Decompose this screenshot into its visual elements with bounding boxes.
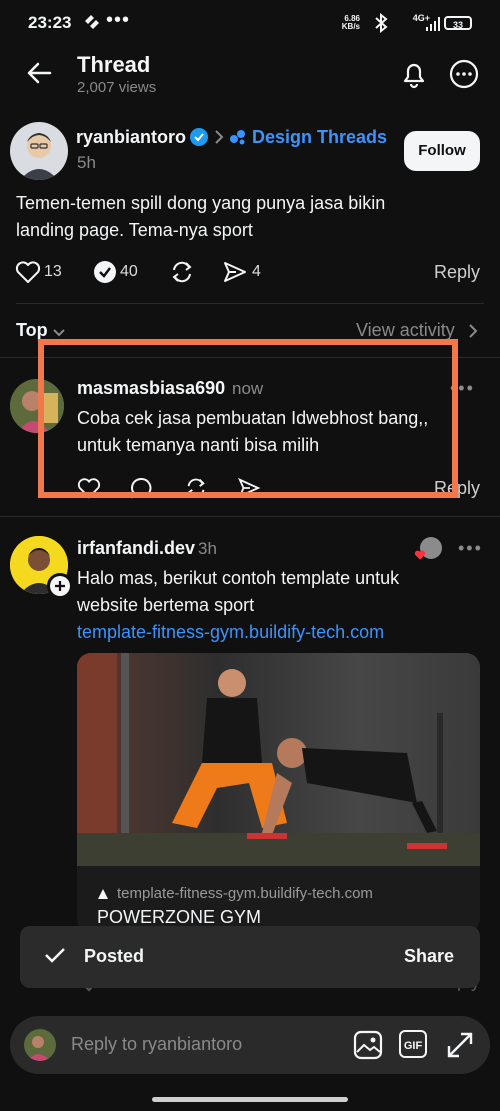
share-count: 4 [252, 263, 261, 280]
reply-author-name[interactable]: irfanfandi.dev [77, 538, 195, 559]
repost-icon[interactable] [169, 259, 195, 290]
divider [0, 516, 500, 517]
app-notification-icon [82, 12, 102, 35]
view-activity-link[interactable]: View activity [356, 320, 455, 341]
card-title: POWERZONE GYM [97, 907, 262, 927]
website-link[interactable]: template-fitness-gym.buildify-tech.com [77, 619, 399, 646]
network-speed-unit: KB/s [341, 22, 360, 31]
author-avatar[interactable] [10, 122, 68, 180]
toast-label: Posted [84, 946, 145, 966]
community-link[interactable]: Design Threads [252, 127, 387, 148]
bell-icon[interactable] [399, 58, 429, 95]
verified-badge-icon [189, 127, 209, 152]
follow-plus-icon[interactable] [47, 573, 73, 599]
gym-photo [77, 653, 480, 866]
post-time: 5h [77, 153, 96, 172]
status-time: 23:23 [28, 13, 72, 32]
post-body: Temen-temen spill dong yang punya jasa b… [16, 190, 385, 244]
community-icon [229, 129, 247, 150]
follow-button[interactable]: Follow [404, 131, 480, 171]
like-count: 13 [44, 263, 62, 280]
chevron-right-icon [214, 129, 224, 150]
heart-icon[interactable] [15, 260, 41, 289]
bluetooth-icon [374, 12, 388, 38]
post-author-name[interactable]: ryanbiantoro [76, 127, 186, 148]
link-preview-card[interactable]: template-fitness-gym.buildify-tech.com P… [77, 653, 480, 933]
reply-bubble-icon[interactable] [92, 259, 118, 290]
back-arrow-icon[interactable] [26, 60, 52, 91]
reply-body: Halo mas, berikut contoh template untuk … [77, 565, 399, 646]
highlight-box [38, 339, 458, 498]
signal-icon [426, 16, 440, 36]
post-text-line: Temen-temen spill dong yang punya jasa b… [16, 193, 386, 213]
liked-heart-icon [414, 548, 426, 566]
expand-icon[interactable] [445, 1030, 475, 1065]
page-title: Thread [77, 52, 151, 77]
view-count: 2,007 views [77, 79, 157, 96]
home-indicator[interactable] [152, 1097, 348, 1102]
network-speed: 6.86 KB/s [342, 15, 360, 31]
triangle-icon [97, 887, 109, 905]
status-bar: 23:23 ••• 6.86 KB/s 4G+ 33 [0, 0, 500, 48]
reply-text-line: website bertema sport [77, 595, 255, 615]
reply-input[interactable]: Reply to ryanbiantoro [71, 1034, 242, 1055]
reply-time: 3h [198, 539, 217, 558]
reply-composer[interactable]: Reply to ryanbiantoro GIF [10, 1016, 490, 1074]
card-domain: template-fitness-gym.buildify-tech.com [117, 885, 373, 902]
more-options-icon[interactable] [449, 59, 479, 94]
reply-count: 40 [120, 263, 138, 280]
more-notifications-icon: ••• [106, 9, 131, 31]
reply-text-line: Halo mas, berikut contoh template untuk [77, 568, 400, 588]
gif-button[interactable]: GIF [399, 1030, 427, 1058]
checkmark-icon [44, 946, 66, 969]
posted-toast: Posted Share [20, 926, 480, 988]
divider [16, 303, 484, 304]
battery-indicator: 33 [444, 16, 472, 30]
post-text-line: landing page. Tema-nya sport [16, 220, 253, 240]
reply-button[interactable]: Reply [434, 262, 480, 283]
composer-avatar [24, 1029, 56, 1061]
image-icon[interactable] [353, 1030, 383, 1065]
reply-more-icon[interactable]: ••• [458, 538, 483, 559]
toast-share-button[interactable]: Share [404, 946, 454, 967]
view-activity-chevron-icon[interactable] [468, 323, 478, 344]
sort-dropdown[interactable]: Top [16, 320, 48, 341]
share-icon[interactable] [222, 260, 248, 289]
